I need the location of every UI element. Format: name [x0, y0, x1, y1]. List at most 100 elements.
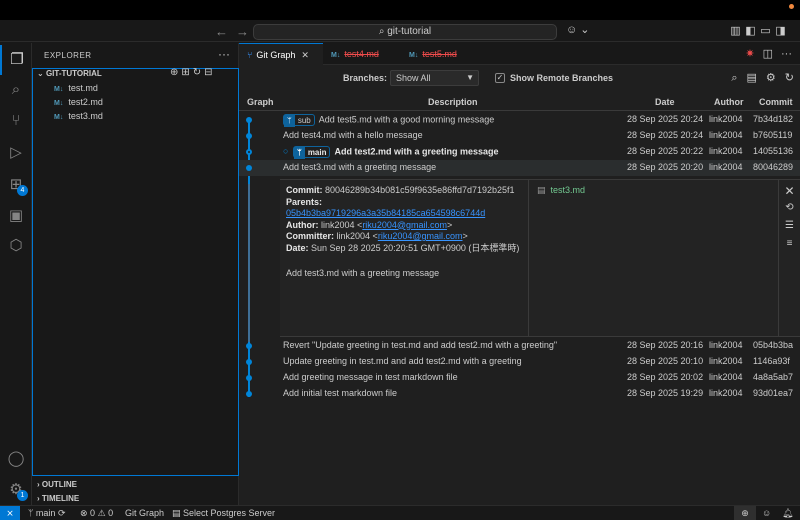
search-icon[interactable]: ⌕	[0, 75, 32, 105]
refresh-icon[interactable]: ↻	[785, 72, 794, 84]
commit-details-panel: Commit: 80046289b34b081c59f9635e86ffd7d7…	[280, 179, 800, 337]
column-commit: Commit	[759, 97, 793, 107]
column-description: Description	[428, 97, 478, 107]
table-row[interactable]: Revert "Update greeting in test.md and a…	[239, 338, 800, 354]
explorer-sidebar: EXPLORER ··· ⌄ GIT-TUTORIAL ⊕ ⊞ ↻ ⊟ M↓ test.…	[32, 43, 239, 505]
commit-date: 28 Sep 2025 20:24	[627, 114, 704, 124]
table-row[interactable]: Add initial test markdown file 28 Sep 20…	[239, 386, 800, 402]
sidebar-title: EXPLORER	[44, 51, 92, 60]
close-icon[interactable]: ✕	[779, 184, 800, 198]
workspace-section[interactable]: ⌄ GIT-TUTORIAL	[37, 69, 102, 78]
table-row[interactable]: ○ ᛘ main Add test2.md with a greeting mess…	[239, 144, 800, 160]
branch-icon: ᛘ	[284, 115, 295, 127]
split-editor-icon[interactable]: ◫	[763, 48, 773, 60]
settings-gear-icon[interactable]: ⚙	[766, 72, 776, 84]
activity-bar: ❐ ⌕ ⑂ ▷ ⊞ 4 ▣ ⬡ ◯ ⚙ 1	[0, 43, 32, 505]
branches-value: Show All	[396, 73, 431, 83]
command-center-search[interactable]: ⌕ git-tutorial	[253, 24, 557, 40]
package-icon[interactable]: ⬡	[0, 231, 32, 261]
commit-author: link2004	[709, 356, 743, 366]
git-graph-status-button[interactable]: Git Graph	[125, 508, 164, 518]
run-debug-icon[interactable]: ▷	[0, 138, 32, 168]
commit-message: Revert "Update greeting in test.md and a…	[283, 340, 558, 350]
branch-icon: ᛘ	[294, 147, 305, 159]
branch-icon: ᛘ	[28, 508, 36, 518]
table-row[interactable]: Add greeting message in test markdown fi…	[239, 370, 800, 386]
commit-hash: 14055136	[753, 146, 794, 156]
committer-email-link[interactable]: riku2004@gmail.com	[378, 231, 463, 241]
remote-explorer-icon[interactable]: ▣	[0, 201, 32, 231]
tab-git-graph[interactable]: ⑂ Git Graph ✕	[239, 43, 323, 65]
copilot-status-icon[interactable]: ☺	[762, 508, 771, 518]
notifications-bell-icon[interactable]: 🔔︎	[782, 508, 793, 519]
terminal-icon[interactable]: ▤	[747, 72, 757, 84]
table-row[interactable]: Add test4.md with a hello message 28 Sep…	[239, 128, 800, 144]
toggle-sidebar-icon[interactable]: ◧	[743, 24, 758, 37]
toggle-secondary-sidebar-icon[interactable]: ◨	[773, 24, 788, 37]
new-folder-icon[interactable]: ⊞	[181, 67, 189, 78]
os-titlebar	[0, 0, 800, 20]
file-label: test.md	[68, 83, 98, 93]
postgres-server-button[interactable]: ▤ Select Postgres Server	[172, 508, 275, 519]
commit-node	[246, 375, 252, 381]
refresh-icon[interactable]: ↻	[193, 67, 201, 78]
show-remote-checkbox[interactable]: ✓	[495, 73, 505, 83]
git-graph-sparkle-icon[interactable]: ✷	[745, 48, 754, 60]
branch-tag[interactable]: ᛘ main	[293, 146, 331, 159]
new-file-icon[interactable]: ⊕	[170, 67, 178, 78]
zoom-icon[interactable]: ⊕	[734, 506, 756, 520]
commit-message: Add initial test markdown file	[283, 388, 398, 398]
commit-message: Add test4.md with a hello message	[283, 130, 423, 140]
changed-file-test3-md[interactable]: ▤ test3.md	[537, 185, 585, 196]
file-test3-md[interactable]: M↓ test3.md	[54, 111, 103, 125]
more-actions-icon[interactable]: ···	[218, 47, 230, 61]
branch-tag[interactable]: ᛘ sub	[283, 114, 315, 127]
commit-body: Add test3.md with a greeting message	[286, 268, 440, 278]
collapse-all-icon[interactable]: ⊟	[204, 67, 212, 78]
search-icon[interactable]: ⌕	[731, 72, 737, 84]
markdown-icon: M↓	[54, 86, 64, 93]
layout-customize-icon[interactable]: ▥	[728, 24, 743, 37]
table-row-selected[interactable]: Add test3.md with a greeting message 28 …	[239, 160, 800, 176]
forward-arrow-icon[interactable]: →	[236, 24, 249, 39]
remote-indicator-icon[interactable]: ⨯	[0, 506, 20, 520]
commit-date: 28 Sep 2025 20:02	[627, 372, 704, 382]
table-row[interactable]: Update greeting in test.md and add test2…	[239, 354, 800, 370]
view-diff-icon[interactable]: ⟲	[779, 202, 800, 216]
close-icon[interactable]: ✕	[301, 50, 309, 60]
list-view-icon[interactable]: ≡	[779, 238, 800, 252]
table-row[interactable]: ᛘ sub Add test5.md with a good morning mes…	[239, 112, 800, 128]
tree-view-icon[interactable]: ☰	[779, 220, 800, 234]
git-graph-tools: ⌕ ▤ ⚙ ↻	[722, 71, 794, 85]
markdown-icon: M↓	[331, 52, 341, 59]
commit-node	[246, 359, 252, 365]
timeline-section[interactable]: › TIMELINE	[37, 494, 79, 503]
tab-test4-md[interactable]: M↓ test4.md	[323, 43, 401, 65]
toggle-panel-icon[interactable]: ▭	[758, 24, 773, 37]
parent-hash-link[interactable]: 05b4b3ba9719296a3a35b84185ca654598c6744d	[286, 208, 485, 218]
copilot-icon[interactable]: ☺ ⌄	[566, 23, 590, 36]
author-label: Author:	[286, 219, 319, 230]
settings-gear-icon[interactable]: ⚙ 1	[0, 475, 32, 505]
error-icon: ⊗	[80, 508, 91, 518]
error-count: 0	[90, 508, 96, 518]
account-icon[interactable]: ◯	[0, 444, 32, 474]
file-test2-md[interactable]: M↓ test2.md	[54, 97, 103, 111]
problems-indicator[interactable]: ⊗ 0 ⚠ 0	[80, 508, 113, 519]
tab-test5-md[interactable]: M↓ test5.md	[401, 43, 479, 65]
commit-message: Add test2.md with a greeting message	[334, 146, 499, 157]
branch-indicator[interactable]: ᛘ main ⟳	[28, 508, 65, 519]
commit-date: 28 Sep 2025 20:10	[627, 356, 704, 366]
file-test-md[interactable]: M↓ test.md	[54, 83, 98, 97]
more-actions-icon[interactable]: ···	[781, 48, 792, 60]
workspace-name: git-tutorial	[387, 26, 432, 37]
search-icon: ⌕	[378, 26, 388, 37]
explorer-icon[interactable]: ❐	[0, 45, 32, 75]
source-control-icon[interactable]: ⑂	[0, 106, 32, 136]
branches-dropdown[interactable]: Show All ▼	[390, 70, 479, 86]
extensions-icon[interactable]: ⊞ 4	[0, 170, 32, 200]
back-arrow-icon[interactable]: ←	[215, 24, 228, 39]
outline-section[interactable]: › OUTLINE	[37, 480, 77, 489]
author-email-link[interactable]: riku2004@gmail.com	[362, 220, 447, 230]
extensions-badge: 4	[17, 185, 28, 196]
